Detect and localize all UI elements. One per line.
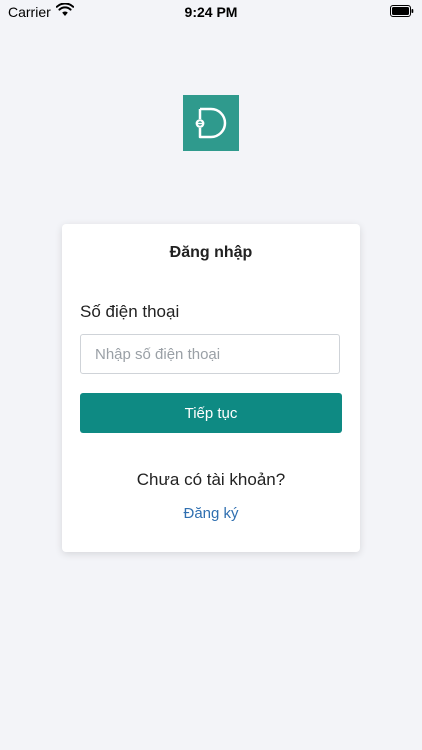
login-card: Đăng nhập Số điện thoại Tiếp tục Chưa có… bbox=[62, 224, 360, 552]
phone-input[interactable] bbox=[80, 334, 340, 374]
status-time: 9:24 PM bbox=[184, 4, 238, 20]
no-account-text: Chưa có tài khoản? bbox=[136, 470, 286, 489]
logo-d-mark bbox=[195, 107, 227, 139]
register-link[interactable]: Đăng ký bbox=[62, 505, 360, 522]
continue-button[interactable]: Tiếp tục bbox=[80, 393, 342, 433]
phone-label: Số điện thoại bbox=[80, 302, 180, 321]
app-logo bbox=[183, 95, 239, 151]
status-bar: Carrier 9:24 PM bbox=[0, 0, 422, 24]
login-title: Đăng nhập bbox=[169, 244, 253, 261]
battery-icon bbox=[390, 5, 414, 17]
